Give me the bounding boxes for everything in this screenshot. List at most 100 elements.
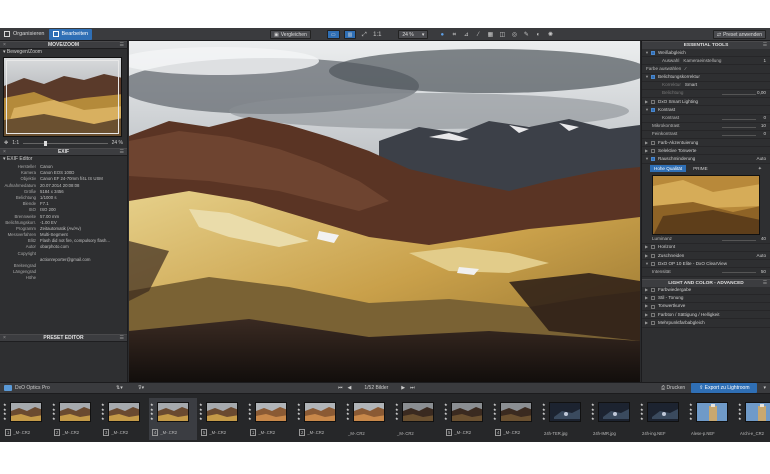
exif-value[interactable] (40, 275, 124, 281)
noise-preview[interactable] (652, 174, 760, 235)
filmstrip-thumbnail[interactable]: ★ ★ ★ ★ 24h-TER.jpg (541, 398, 589, 440)
fine-contrast-value[interactable]: 0 (763, 130, 766, 138)
sort-icon[interactable]: ⇅▾ (116, 385, 123, 391)
contrast-value[interactable]: 0 (763, 114, 766, 122)
mask-icon[interactable]: ◐ (534, 31, 542, 39)
advanced-tool-checkbox[interactable] (651, 320, 655, 325)
rating-stars[interactable]: ★ ★ ★ ★ (3, 402, 8, 421)
folder-name[interactable]: DxO Optics Pro (15, 385, 50, 391)
filmstrip-thumbnail[interactable]: ★ ★ ★ ★ _M-.CR2 (394, 398, 442, 440)
filmstrip-thumbnail[interactable]: ★ ★ ★ ★ 2 _M-.CR2 (296, 398, 344, 440)
exif-header[interactable]: × EXIF ☰ (0, 148, 127, 156)
luminance-slider[interactable] (722, 239, 756, 241)
one-to-one-button[interactable]: 1:1 (372, 31, 382, 39)
filter-icon[interactable]: ⊽▾ (138, 385, 144, 391)
rating-stars[interactable]: ★ ★ ★ ★ (199, 402, 204, 421)
filmstrip-thumbnail[interactable]: ★ ★ ★ ★ 5 _M-.CR2 (198, 398, 246, 440)
redeye-icon[interactable]: ◎ (510, 31, 518, 39)
exposure-checkbox[interactable] (651, 75, 655, 80)
single-view-button[interactable]: ▭ (326, 30, 340, 39)
filmstrip-thumbnail[interactable]: ★ ★ ★ ★ 2 _M-.CR2 (51, 398, 99, 440)
first-image-icon[interactable]: ⏮ (338, 385, 343, 391)
image-viewer[interactable] (129, 41, 640, 382)
rating-stars[interactable]: ★ ★ ★ ★ (689, 402, 694, 421)
rating-stars[interactable]: ★ ★ ★ ★ (52, 402, 57, 421)
print-button[interactable]: ⎙ Drucken (661, 385, 685, 391)
preset-apply-button[interactable]: ⇄ Preset anwenden (712, 30, 766, 39)
fine-contrast-slider[interactable] (722, 134, 756, 136)
eyedropper-icon[interactable]: ⁄ (474, 31, 482, 39)
filmstrip-thumbnail[interactable]: ★ ★ ★ ★ 24h-IMR.jpg (590, 398, 638, 440)
contrast-checkbox[interactable] (651, 107, 655, 112)
move-zoom-subheader[interactable]: ▾ Bewegen/Zoom (0, 49, 127, 56)
zoom-percent[interactable]: 24 % (112, 140, 123, 146)
rating-stars[interactable]: ★ ★ ★ ★ (542, 402, 547, 421)
move-icon[interactable]: ✥ (4, 140, 8, 146)
split-view-button[interactable]: ▥ (343, 30, 357, 39)
exposure-slider[interactable] (722, 93, 756, 95)
micro-contrast-value[interactable]: 10 (761, 122, 766, 130)
exposure-value[interactable]: 0,00 (757, 89, 766, 97)
rating-stars[interactable]: ★ ★ ★ ★ (738, 402, 743, 421)
tab-organize[interactable]: Organisieren (0, 29, 49, 40)
zoom-slider-handle[interactable] (44, 140, 48, 146)
rating-stars[interactable]: ★ ★ ★ ★ (248, 402, 253, 421)
menu-icon[interactable]: ☰ (120, 149, 124, 156)
filmstrip-thumbnail[interactable]: ★ ★ ★ ★ 1 _M-.CR2 (247, 398, 295, 440)
export-lightroom-button[interactable]: ⇪ Export zu Lightroom (691, 383, 758, 393)
zoom-select[interactable]: 24 % ▾ (398, 30, 429, 39)
intensity-slider[interactable] (722, 272, 756, 274)
zoom-slider[interactable] (23, 140, 108, 146)
white-balance-checkbox[interactable] (651, 50, 655, 55)
repair-icon[interactable]: ✎ (522, 31, 530, 39)
tab-edit[interactable]: Bearbeiten (48, 28, 93, 40)
crop-checkbox[interactable] (651, 253, 655, 258)
navigator-thumbnail[interactable] (3, 57, 122, 137)
hand-icon[interactable]: ● (438, 31, 446, 39)
last-image-icon[interactable]: ⏭ (410, 385, 415, 391)
close-icon[interactable]: × (3, 149, 6, 156)
settings-icon[interactable]: ✦ (758, 166, 762, 172)
crop-mode[interactable]: Auto (757, 252, 766, 260)
rating-stars[interactable]: ★ ★ ★ ★ (346, 402, 351, 421)
advanced-tool-checkbox[interactable] (651, 304, 655, 309)
horizon-checkbox[interactable] (651, 245, 655, 250)
rating-stars[interactable]: ★ ★ ★ ★ (591, 402, 596, 421)
perspective-icon[interactable]: ▦ (486, 31, 494, 39)
rating-stars[interactable]: ★ ★ ★ ★ (444, 402, 449, 421)
advanced-tool-row[interactable]: ▶ Mehrpunktfarbabgleich (642, 319, 770, 328)
close-icon[interactable]: × (3, 335, 6, 342)
rating-stars[interactable]: ★ ★ ★ ★ (101, 402, 106, 421)
color-accent-checkbox[interactable] (651, 140, 655, 145)
noise-mode[interactable]: Auto (757, 155, 766, 163)
smart-lighting-checkbox[interactable] (651, 99, 655, 104)
intensity-value[interactable]: 50 (761, 268, 766, 276)
chevron-down-icon[interactable]: ▾ (763, 385, 766, 391)
rating-stars[interactable]: ★ ★ ★ ★ (297, 402, 302, 421)
navigator-viewport[interactable] (6, 60, 119, 134)
micro-contrast-slider[interactable] (722, 126, 756, 128)
rating-stars[interactable]: ★ ★ ★ ★ (150, 402, 155, 421)
compare-button[interactable]: ▣ Vergleichen (270, 30, 311, 39)
exposure-mode-value[interactable]: Smart (685, 81, 697, 89)
tab-prime[interactable]: PRIME (689, 165, 712, 172)
wb-select-value[interactable]: Kameraeinstellung (683, 57, 721, 65)
contrast-slider[interactable] (722, 118, 756, 120)
eyedropper-icon[interactable]: ⁄ (685, 65, 686, 73)
filmstrip-thumbnail[interactable]: ★ ★ ★ ★ 3 _M-.CR2 (100, 398, 148, 440)
horizon-icon[interactable]: ⊿ (462, 31, 470, 39)
advanced-tool-checkbox[interactable] (651, 296, 655, 301)
filmstrip-thumbnail[interactable]: ★ ★ ★ ★ 4 _M-.CR2 (492, 398, 540, 440)
menu-icon[interactable]: ☰ (120, 42, 124, 49)
intensity-row[interactable]: Intensität 50 (642, 268, 770, 277)
noise-row[interactable]: ▼ Rauschminderung Auto (642, 155, 770, 164)
move-zoom-header[interactable]: × MOVE/ZOOM ☰ (0, 41, 127, 49)
close-icon[interactable]: × (3, 42, 6, 49)
rating-stars[interactable]: ★ ★ ★ ★ (640, 402, 645, 421)
volume-icon[interactable]: ◫ (498, 31, 506, 39)
filmstrip-thumbnail[interactable]: ★ ★ ★ ★ 5 _M-.CR2 (443, 398, 491, 440)
settings-icon[interactable]: ✺ (546, 31, 554, 39)
luminance-value[interactable]: 40 (761, 235, 766, 243)
zoom-ratio[interactable]: 1:1 (12, 140, 19, 146)
advanced-tool-checkbox[interactable] (651, 312, 655, 317)
